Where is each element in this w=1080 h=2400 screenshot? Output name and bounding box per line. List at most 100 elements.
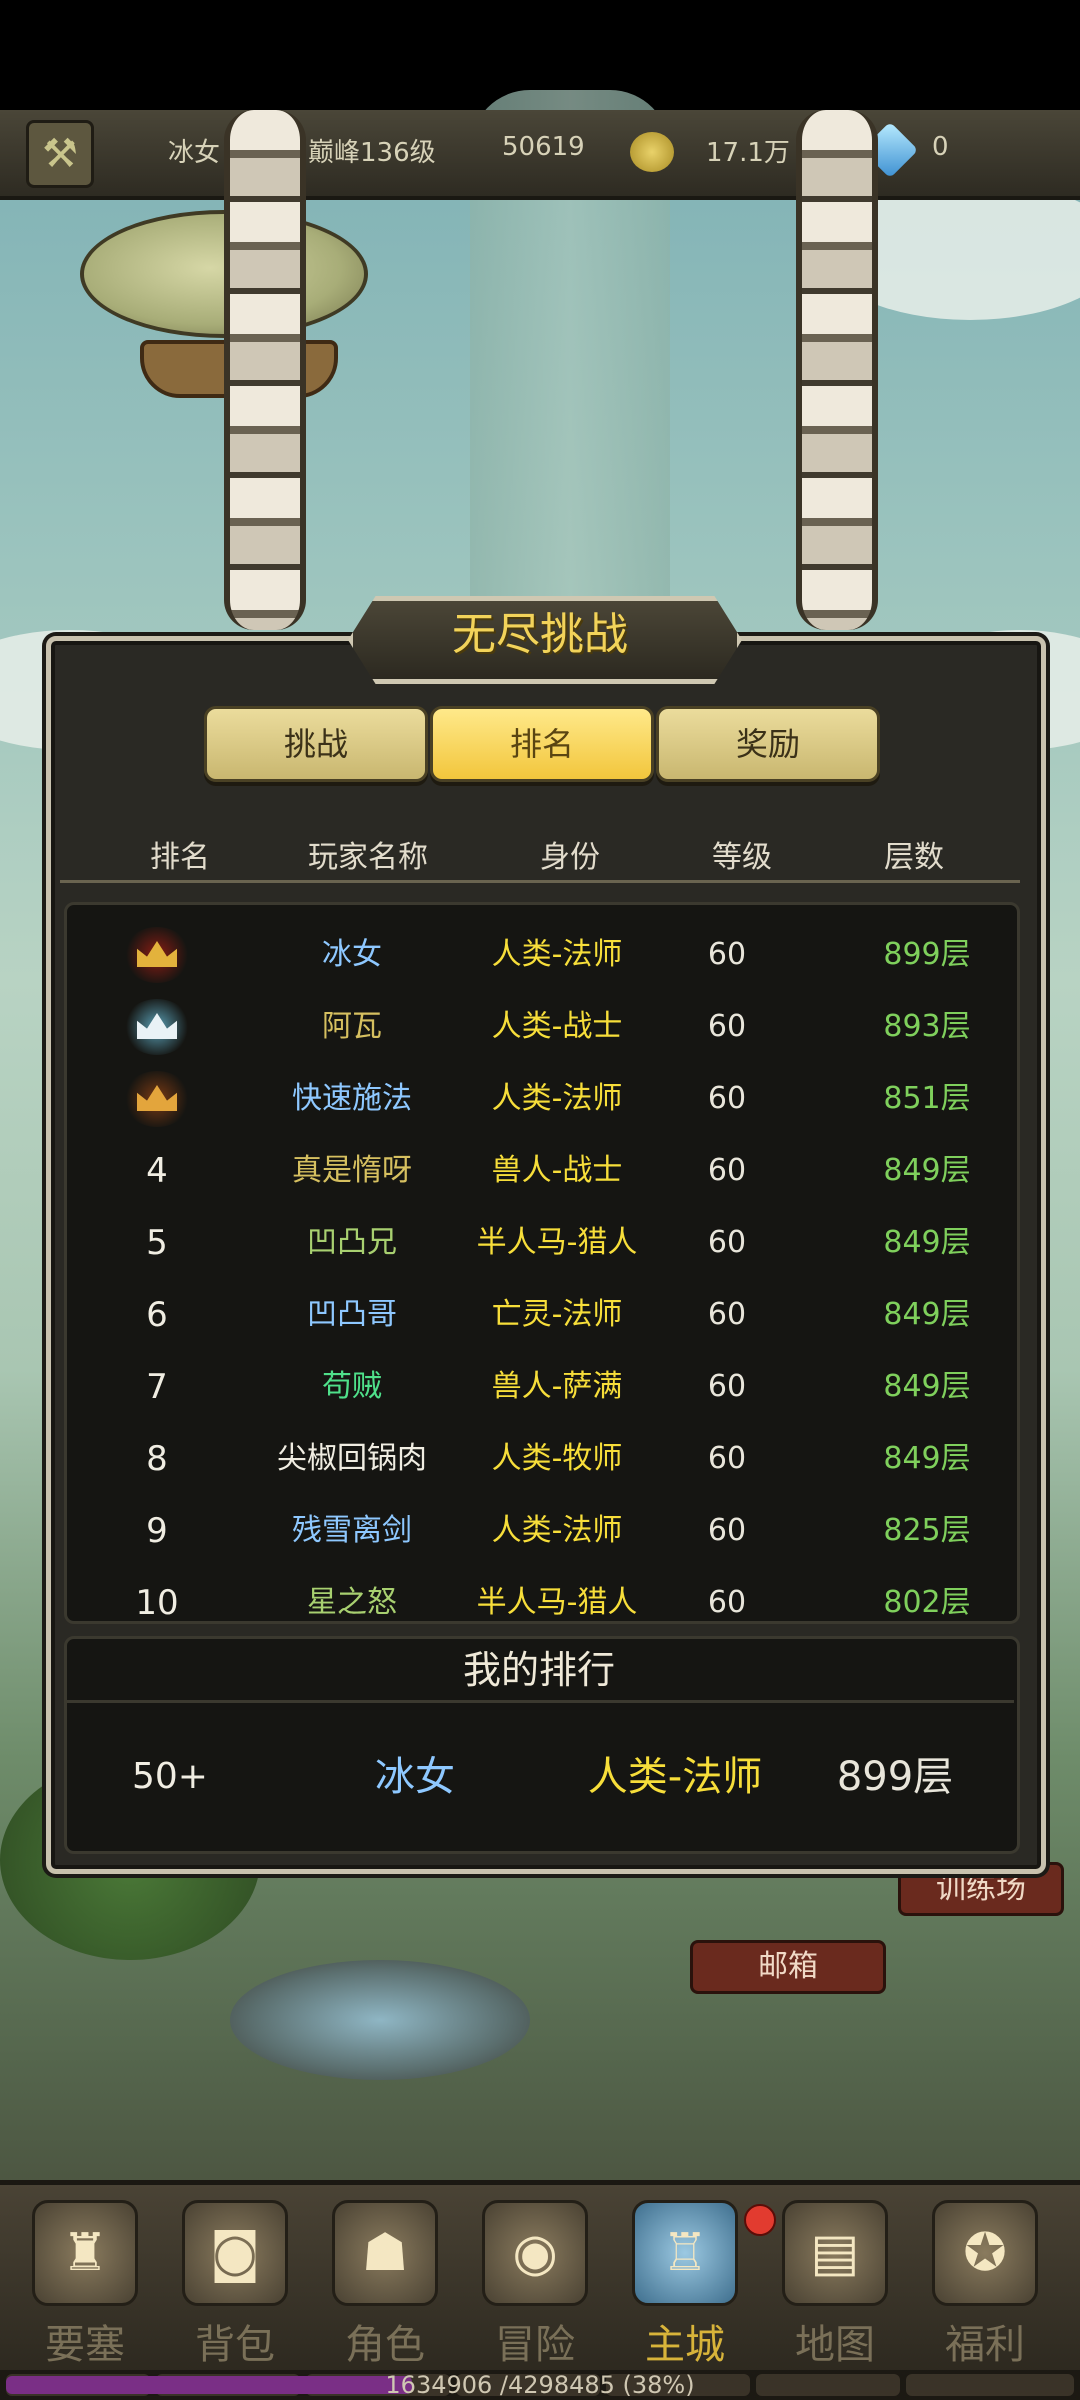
row-level: 60	[707, 1153, 747, 1188]
row-floor: 849层	[883, 1225, 971, 1260]
ranking-row[interactable]: 9 残雪离剑 人类-法师 60 825层	[67, 1495, 1017, 1567]
row-rank: 6	[146, 1295, 168, 1335]
silver-crown-icon	[123, 999, 191, 1055]
top-status-bar: ⚒ 冰女 巅峰136级 50619 17.1万 0	[0, 110, 1080, 200]
row-floor: 802层	[883, 1585, 971, 1620]
nav-item[interactable]: ✪ 福利	[920, 2190, 1050, 2370]
row-player-name[interactable]: 真是惰呀	[277, 1135, 427, 1207]
row-level: 60	[707, 1081, 747, 1116]
row-identity: 人类-法师	[491, 937, 623, 972]
fountain[interactable]	[230, 1960, 530, 2080]
panel-title: 无尽挑战	[452, 609, 628, 660]
character-icon: ☗	[332, 2200, 438, 2306]
nav-label: 背包	[195, 2322, 275, 2368]
row-level: 60	[707, 1009, 747, 1044]
row-identity: 半人马-猎人	[476, 1585, 638, 1620]
row-floor: 849层	[883, 1297, 971, 1332]
row-level: 60	[707, 1225, 747, 1260]
row-floor: 849层	[883, 1369, 971, 1404]
tab-rewards[interactable]: 奖励	[656, 706, 880, 782]
row-player-name[interactable]: 阿瓦	[277, 991, 427, 1063]
chain-left	[224, 110, 306, 630]
my-floor: 899层	[836, 1754, 954, 1800]
row-floor: 893层	[883, 1009, 971, 1044]
ranking-row[interactable]: 4 真是惰呀 兽人-战士 60 849层	[67, 1135, 1017, 1207]
gold-coin-icon	[630, 132, 674, 172]
ranking-row[interactable]: 6 凹凸哥 亡灵-法师 60 849层	[67, 1279, 1017, 1351]
nav-label: 角色	[345, 2322, 425, 2368]
my-name: 冰女	[375, 1754, 455, 1800]
backpack-icon: ◙	[182, 2200, 288, 2306]
row-player-name[interactable]: 快速施法	[277, 1063, 427, 1135]
bronze-crown-icon	[123, 1071, 191, 1127]
peak-level: 巅峰136级	[308, 138, 436, 168]
row-player-name[interactable]: 苟贼	[277, 1351, 427, 1423]
row-floor: 849层	[883, 1153, 971, 1188]
header-identity: 身份	[540, 840, 600, 875]
row-identity: 兽人-战士	[491, 1153, 623, 1188]
header-level: 等级	[712, 840, 772, 875]
row-identity: 亡灵-法师	[491, 1297, 623, 1332]
row-player-name[interactable]: 冰女	[277, 919, 427, 991]
row-floor: 825层	[883, 1513, 971, 1548]
castle-icon: ♖	[632, 2200, 738, 2306]
nav-item[interactable]: ☗ 角色	[320, 2190, 450, 2370]
ranking-row[interactable]: 快速施法 人类-法师 60 851层	[67, 1063, 1017, 1135]
row-player-name[interactable]: 凹凸哥	[277, 1279, 427, 1351]
header-player-name: 玩家名称	[308, 840, 428, 875]
nav-item[interactable]: ◙ 背包	[170, 2190, 300, 2370]
row-player-name[interactable]: 残雪离剑	[277, 1495, 427, 1567]
header-floors: 层数	[884, 840, 944, 875]
ranking-row[interactable]: 5 凹凸兄 半人马-猎人 60 849层	[67, 1207, 1017, 1279]
ranking-row[interactable]: 10 星之怒 半人马-猎人 60 802层	[67, 1567, 1017, 1623]
row-identity: 人类-法师	[491, 1513, 623, 1548]
my-identity: 人类-法师	[587, 1754, 763, 1800]
player-name: 冰女	[168, 138, 221, 168]
ranking-row[interactable]: 冰女 人类-法师 60 899层	[67, 919, 1017, 991]
row-rank: 7	[146, 1367, 168, 1407]
nav-item[interactable]: ▤ 地图	[770, 2190, 900, 2370]
gold-value: 17.1万	[706, 138, 790, 168]
row-identity: 人类-战士	[491, 1009, 623, 1044]
nav-item[interactable]: ◉ 冒险	[470, 2190, 600, 2370]
gold-crown-icon	[123, 927, 191, 983]
row-floor: 851层	[883, 1081, 971, 1116]
weapon-icon[interactable]: ⚒	[26, 120, 94, 188]
xp-text: 1634906 /4298485 (38%)	[385, 2371, 695, 2399]
nav-item[interactable]: ♜ 要塞	[20, 2190, 150, 2370]
tab-challenge[interactable]: 挑战	[204, 706, 428, 782]
ranking-row[interactable]: 阿瓦 人类-战士 60 893层	[67, 991, 1017, 1063]
row-player-name[interactable]: 星之怒	[277, 1567, 427, 1621]
tab-ranking[interactable]: 排名	[430, 706, 654, 782]
row-floor: 899层	[883, 937, 971, 972]
row-level: 60	[707, 1585, 747, 1620]
scroll-map-icon: ▤	[782, 2200, 888, 2306]
row-rank: 10	[135, 1583, 179, 1623]
fortress-icon: ♜	[32, 2200, 138, 2306]
row-level: 60	[707, 1297, 747, 1332]
row-player-name[interactable]: 凹凸兄	[277, 1207, 427, 1279]
nav-label: 福利	[945, 2322, 1025, 2368]
row-identity: 人类-法师	[491, 1081, 623, 1116]
ranking-row[interactable]: 8 尖椒回锅肉 人类-牧师 60 849层	[67, 1423, 1017, 1495]
diamond-value: 0	[932, 132, 949, 162]
ranking-row[interactable]: 7 苟贼 兽人-萨满 60 849层	[67, 1351, 1017, 1423]
row-rank: 9	[146, 1511, 168, 1551]
row-level: 60	[707, 1441, 747, 1476]
nav-label: 冒险	[495, 2322, 575, 2368]
nav-item[interactable]: ♖ 主城	[620, 2190, 750, 2370]
header-rank: 排名	[150, 840, 210, 875]
row-rank: 8	[146, 1439, 168, 1479]
ranking-list[interactable]: 冰女 人类-法师 60 899层 阿瓦 人类-战士 60 893层 快速施法 人类-法师 60 851…	[64, 902, 1020, 1624]
row-identity: 兽人-萨满	[491, 1369, 623, 1404]
nav-label: 主城	[645, 2322, 725, 2368]
row-level: 60	[707, 1369, 747, 1404]
row-floor: 849层	[883, 1441, 971, 1476]
row-level: 60	[707, 1513, 747, 1548]
row-player-name[interactable]: 尖椒回锅肉	[277, 1423, 427, 1495]
chain-right	[796, 110, 878, 630]
mailbox-sign[interactable]: 邮箱	[690, 1940, 886, 1994]
row-level: 60	[707, 937, 747, 972]
notification-dot-icon	[744, 2204, 776, 2236]
my-rank: 50+	[132, 1756, 208, 1797]
